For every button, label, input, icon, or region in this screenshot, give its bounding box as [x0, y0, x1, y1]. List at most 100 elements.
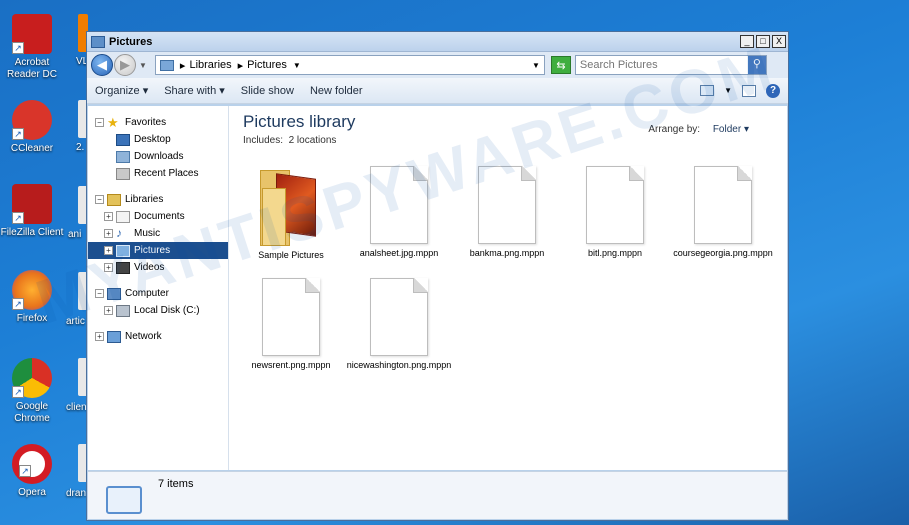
blank-file-icon	[586, 166, 644, 244]
nav-item-network[interactable]: + Network	[88, 328, 228, 345]
nav-item-music[interactable]: + ♪ Music	[88, 225, 228, 242]
libraries-icon	[107, 193, 121, 206]
ccleaner-icon: ↗	[12, 100, 52, 140]
nav-item-label: Music	[134, 228, 161, 239]
file-grid: Sample Pictures analsheet.jpg.mppn bankm…	[237, 166, 797, 390]
search-icon[interactable]: ⚲	[747, 56, 766, 74]
file-item[interactable]: coursegeorgia.png.mppn	[669, 166, 777, 278]
nav-item-computer[interactable]: − Computer	[88, 285, 228, 302]
nav-item-favorites[interactable]: − ★ Favorites	[88, 114, 228, 131]
partial-desktop-label: artic	[66, 316, 85, 327]
change-view-icon[interactable]	[700, 85, 715, 96]
expand-icon[interactable]: +	[104, 246, 113, 255]
nav-item-documents[interactable]: + Documents	[88, 208, 228, 225]
blank-file-icon	[370, 278, 428, 356]
arrange-by-dropdown[interactable]: Folder ▾	[713, 124, 749, 135]
expand-icon[interactable]: +	[104, 212, 113, 221]
search-input[interactable]	[579, 59, 748, 71]
folder-item[interactable]: Sample Pictures	[237, 166, 345, 278]
arrange-by: Arrange by: Folder ▾	[648, 124, 749, 135]
nav-item-label: Downloads	[134, 151, 184, 162]
navigation-pane: − ★ Favorites Desktop Downloads Recent P…	[88, 106, 229, 470]
collapse-icon[interactable]: −	[95, 289, 104, 298]
preview-pane-icon[interactable]	[742, 84, 756, 97]
desktop-icon	[116, 133, 130, 146]
filezilla-icon: ↗	[12, 184, 52, 224]
forward-button[interactable]: ▶	[114, 54, 136, 76]
desktop-icon-opera[interactable]: ↗ Opera	[0, 444, 64, 499]
expand-icon[interactable]: +	[95, 332, 104, 341]
organize-menu[interactable]: Organize ▾	[95, 84, 148, 97]
desktop-icon-label: Firefox	[16, 313, 48, 324]
partial-desktop-label: clien	[66, 402, 87, 413]
nav-item-label: Recent Places	[134, 168, 199, 179]
nav-item-local-disk[interactable]: + Local Disk (C:)	[88, 302, 228, 319]
breadcrumb-dropdown-icon[interactable]: ▼	[293, 61, 301, 70]
minimize-button[interactable]: _	[740, 35, 754, 48]
nav-item-libraries[interactable]: − Libraries	[88, 191, 228, 208]
maximize-button[interactable]: □	[756, 35, 770, 48]
file-item[interactable]: analsheet.jpg.mppn	[345, 166, 453, 278]
address-bar[interactable]: ▸ Libraries ▸ Pictures ▼ ▼	[154, 55, 545, 75]
nav-item-pictures[interactable]: + Pictures	[88, 242, 228, 259]
slide-show-button[interactable]: Slide show	[241, 85, 294, 97]
acrobat-icon: ↗	[12, 14, 52, 54]
desktop-icon-ccleaner[interactable]: ↗ CCleaner	[0, 100, 64, 155]
expand-icon[interactable]: +	[104, 229, 113, 238]
downloads-icon	[116, 150, 130, 163]
recent-places-icon	[116, 167, 130, 180]
partial-desktop-label: ani	[68, 229, 82, 240]
pictures-icon	[116, 244, 130, 257]
nav-item-label: Desktop	[134, 134, 171, 145]
address-history-dropdown[interactable]: ▼	[532, 61, 540, 70]
desktop-icon-filezilla[interactable]: ↗ FileZilla Client	[0, 184, 64, 239]
nav-item-label: Pictures	[134, 245, 171, 256]
back-button[interactable]: ◀	[91, 54, 113, 76]
close-button[interactable]: X	[772, 35, 786, 48]
desktop-icon-acrobat[interactable]: ↗ Acrobat Reader DC	[0, 14, 64, 81]
nav-item-recent-places[interactable]: Recent Places	[88, 165, 228, 182]
expand-icon[interactable]: +	[104, 263, 113, 272]
nav-item-desktop[interactable]: Desktop	[88, 131, 228, 148]
expand-icon[interactable]: +	[104, 306, 113, 315]
help-icon[interactable]: ?	[766, 83, 780, 98]
explorer-window: Pictures _ □ X ◀ ▶ ▼ ▸ Libraries ▸ Pictu…	[86, 31, 789, 521]
share-with-menu[interactable]: Share with ▾	[164, 84, 225, 97]
recent-pages-dropdown[interactable]: ▼	[139, 61, 147, 70]
firefox-icon: ↗	[12, 270, 52, 310]
file-name: bitl.png.mppn	[587, 248, 643, 258]
nav-item-downloads[interactable]: Downloads	[88, 148, 228, 165]
desktop-icon-label: Google Chrome	[14, 401, 50, 424]
file-item[interactable]: newsrent.png.mppn	[237, 278, 345, 390]
breadcrumb-libraries[interactable]: Libraries	[189, 59, 231, 71]
arrange-by-label: Arrange by:	[648, 124, 701, 135]
desktop-icon-label: Opera	[18, 487, 46, 498]
pictures-library-icon	[91, 35, 105, 48]
file-name: Sample Pictures	[258, 250, 324, 260]
collapse-icon[interactable]: −	[95, 118, 104, 127]
refresh-button[interactable]: ⇆	[550, 56, 571, 74]
collapse-icon[interactable]: −	[95, 195, 104, 204]
nav-item-label: Favorites	[125, 117, 167, 128]
network-icon	[107, 330, 121, 343]
search-box[interactable]: ⚲	[574, 55, 767, 75]
file-name: newsrent.png.mppn	[251, 360, 331, 370]
desktop-icon-firefox[interactable]: ↗ Firefox	[0, 270, 64, 325]
hard-disk-icon	[116, 304, 130, 317]
content-pane: Pictures library Includes: 2 locations A…	[229, 106, 787, 470]
new-folder-button[interactable]: New folder	[310, 85, 363, 97]
desktop-icon-chrome[interactable]: ↗ Google Chrome	[0, 358, 64, 425]
nav-item-label: Computer	[125, 288, 169, 299]
nav-item-videos[interactable]: + Videos	[88, 259, 228, 276]
breadcrumb-separator-icon[interactable]: ▸	[180, 59, 186, 72]
file-item[interactable]: nicewashington.png.mppn	[345, 278, 453, 390]
breadcrumb-separator-icon[interactable]: ▸	[238, 59, 244, 72]
file-item[interactable]: bitl.png.mppn	[561, 166, 669, 278]
file-item[interactable]: bankma.png.mppn	[453, 166, 561, 278]
library-locations-link[interactable]: 2 locations	[289, 135, 337, 146]
title-bar[interactable]: Pictures _ □ X	[87, 32, 788, 52]
view-options-dropdown[interactable]: ▼	[724, 86, 732, 95]
music-icon: ♪	[116, 225, 122, 240]
breadcrumb-pictures[interactable]: Pictures	[247, 59, 287, 71]
nav-item-label: Videos	[134, 262, 165, 273]
